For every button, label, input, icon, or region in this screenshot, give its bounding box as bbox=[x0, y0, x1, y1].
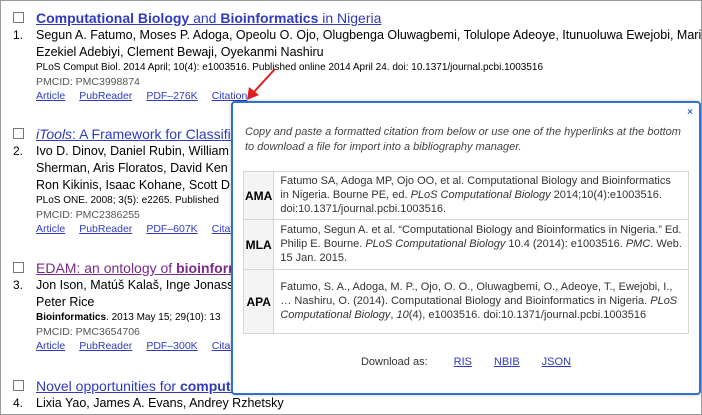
annotation-arrow-icon bbox=[247, 68, 276, 100]
search-results-window: 1. Computational Biology and Bioinformat… bbox=[0, 0, 702, 415]
arrow-shaft bbox=[252, 68, 276, 94]
